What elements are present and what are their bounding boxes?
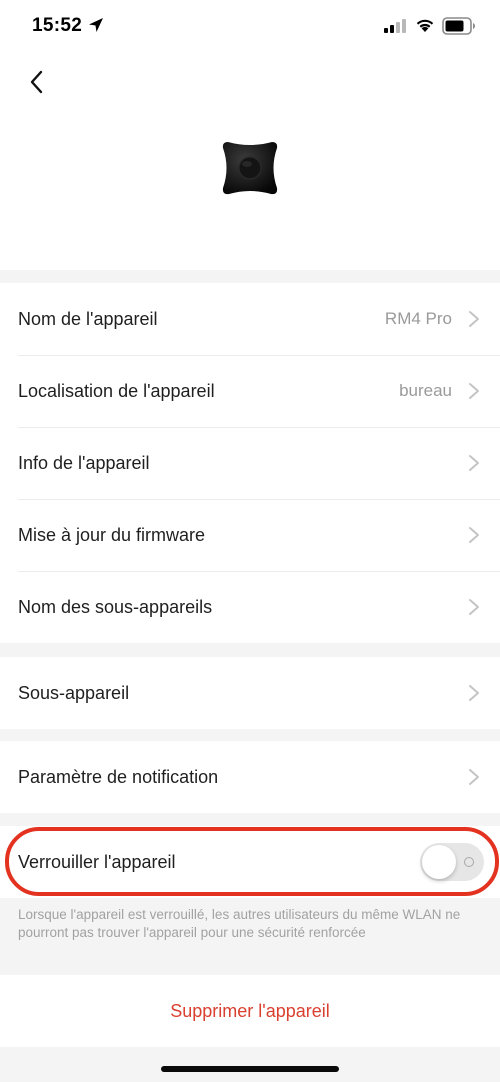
row-label: Localisation de l'appareil	[18, 381, 215, 401]
chevron-left-icon	[30, 70, 43, 94]
notification-group: Paramètre de notification	[0, 741, 500, 813]
status-time: 15:52	[32, 15, 83, 36]
lock-hint-text: Lorsque l'appareil est verrouillé, les a…	[18, 907, 461, 940]
battery-icon	[442, 17, 475, 35]
row-firmware-update[interactable]: Mise à jour du firmware	[0, 499, 500, 571]
row-value: bureau	[399, 381, 452, 400]
home-indicator[interactable]	[161, 1066, 339, 1072]
row-sub-device[interactable]: Sous-appareil	[0, 657, 500, 729]
row-label: Nom des sous-appareils	[18, 597, 213, 617]
sub-device-group: Sous-appareil	[0, 657, 500, 729]
cellular-signal-icon	[384, 19, 406, 33]
device-header	[0, 54, 500, 270]
row-label: Sous-appareil	[18, 683, 130, 703]
wifi-icon	[416, 19, 434, 32]
row-label: Info de l'appareil	[18, 453, 150, 473]
chevron-right-icon	[469, 311, 479, 327]
row-device-name[interactable]: Nom de l'appareil RM4 Pro	[0, 283, 500, 355]
toggle-off-indicator-icon	[464, 857, 474, 867]
device-settings-group: Nom de l'appareil RM4 Pro Localisation d…	[0, 283, 500, 643]
lock-toggle[interactable]	[420, 843, 484, 881]
chevron-right-icon	[469, 769, 479, 785]
chevron-right-icon	[469, 685, 479, 701]
row-lock-device: Verrouiller l'appareil	[0, 826, 500, 898]
status-bar: 15:52	[0, 0, 500, 54]
row-label: Verrouiller l'appareil	[18, 852, 176, 872]
location-arrow-icon	[89, 18, 103, 32]
chevron-right-icon	[469, 527, 479, 543]
delete-device-button[interactable]: Supprimer l'appareil	[0, 975, 500, 1047]
row-notification-settings[interactable]: Paramètre de notification	[0, 741, 500, 813]
back-button[interactable]	[24, 68, 52, 96]
toggle-knob	[422, 845, 456, 879]
row-label: Mise à jour du firmware	[18, 525, 206, 545]
row-label: Nom de l'appareil	[18, 309, 158, 329]
chevron-right-icon	[469, 455, 479, 471]
row-device-location[interactable]: Localisation de l'appareil bureau	[0, 355, 500, 427]
row-device-info[interactable]: Info de l'appareil	[0, 427, 500, 499]
row-value: RM4 Pro	[384, 309, 452, 328]
chevron-right-icon	[469, 383, 479, 399]
device-image	[222, 142, 278, 195]
chevron-right-icon	[469, 599, 479, 615]
row-label: Paramètre de notification	[18, 767, 219, 787]
row-sub-device-names[interactable]: Nom des sous-appareils	[0, 571, 500, 643]
delete-device-label: Supprimer l'appareil	[170, 1001, 330, 1021]
